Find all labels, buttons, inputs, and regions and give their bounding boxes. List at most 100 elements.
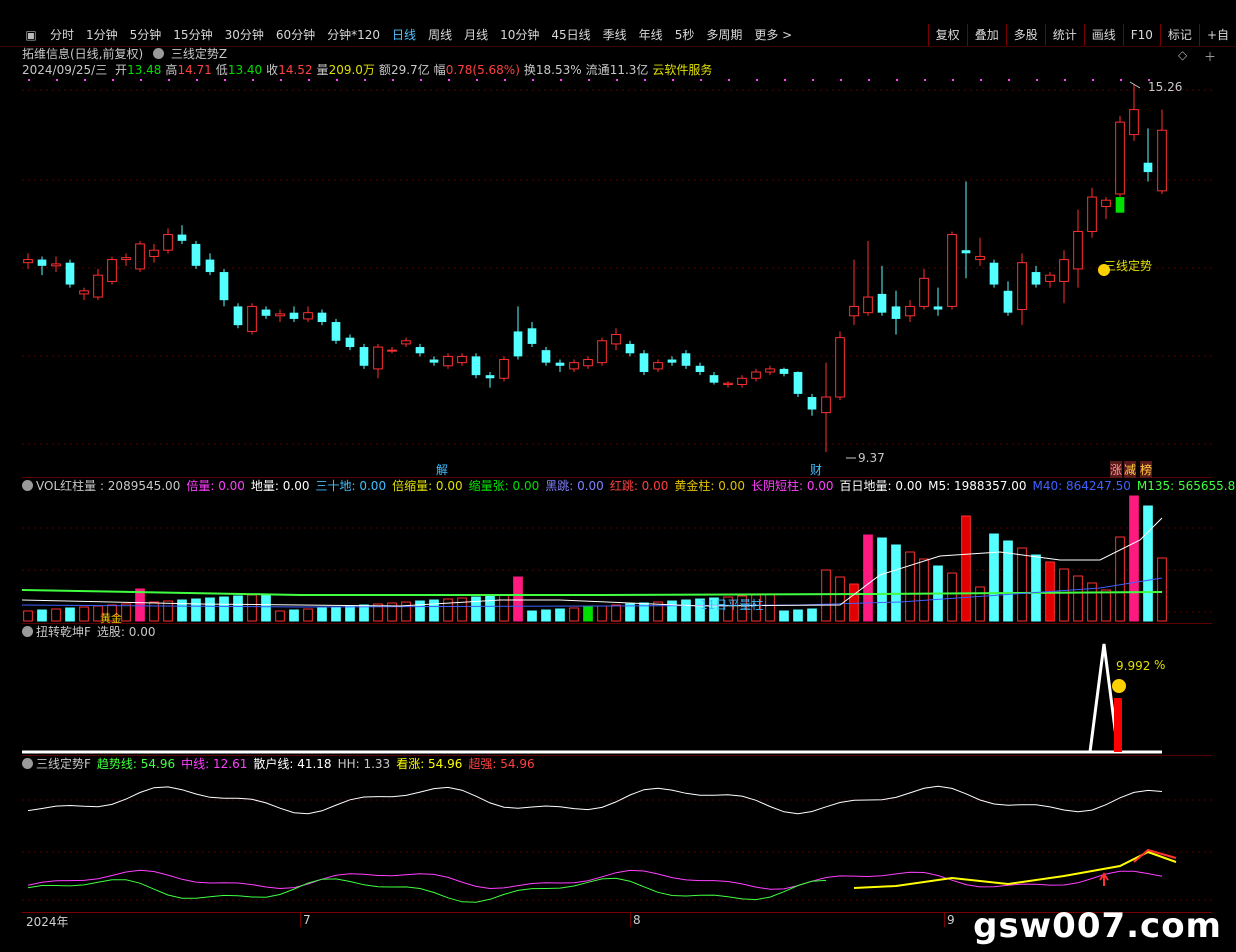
candle-body: [401, 340, 411, 345]
candle-body: [905, 305, 915, 317]
event-label-rank[interactable]: 榜: [1140, 461, 1153, 478]
volume-bar: [667, 600, 677, 622]
candle-body: [457, 355, 467, 364]
candle-body: [723, 382, 733, 386]
signal-dot: [84, 79, 86, 81]
signal-dot: [980, 79, 982, 81]
volume-bar: [513, 576, 523, 622]
signal-dot: [924, 79, 926, 81]
candle-body: [317, 312, 327, 323]
volume-bar: [947, 572, 957, 622]
signal-dot: [1036, 79, 1038, 81]
candle-body: [541, 350, 551, 363]
mid-line: [27, 869, 1163, 890]
signal-dot: [756, 79, 758, 81]
candle-body: [1045, 274, 1055, 282]
volume-bar: [205, 597, 215, 622]
volume-bar: [555, 608, 565, 622]
volume-bar: [485, 595, 495, 622]
volume-bar: [37, 609, 47, 622]
volume-bar: [863, 534, 873, 622]
signal-dot: [196, 79, 198, 81]
candle-body: [821, 396, 831, 414]
signal-dot: [420, 79, 422, 81]
candle-body: [205, 259, 215, 273]
volume-bar: [471, 596, 481, 622]
signal-dot: [112, 79, 114, 81]
signal-dot: [532, 79, 534, 81]
signal-dot: [812, 79, 814, 81]
signal-dot: [1120, 79, 1122, 81]
candle-body: [1017, 262, 1027, 311]
candle-body: [765, 368, 775, 373]
candle-body: [709, 375, 719, 383]
volume-bar: [877, 537, 887, 622]
volume-bar: [415, 600, 425, 622]
candle-body: [443, 355, 453, 367]
signal-dot: [448, 79, 450, 81]
signal-dot: [224, 79, 226, 81]
high-price-label: 15.26: [1148, 80, 1183, 94]
event-label-limit-up[interactable]: 涨: [1110, 461, 1123, 478]
volume-bar: [65, 607, 75, 622]
candle-body: [695, 365, 705, 373]
signal-dot: [700, 79, 702, 81]
volume-bar: [625, 603, 635, 622]
retail-line: [27, 785, 1163, 815]
volume-bar: [289, 609, 299, 622]
date-label-sep: 9: [944, 913, 955, 927]
candle-body: [1059, 259, 1069, 282]
event-label-finance[interactable]: 财: [810, 461, 822, 478]
candle-body: [37, 259, 47, 266]
candle-body: [555, 362, 565, 366]
volume-bar: [23, 610, 33, 622]
volume-bar: [849, 583, 859, 622]
candle-body: [191, 243, 201, 266]
volume-bar: [583, 606, 593, 622]
signal-dot: [252, 79, 254, 81]
candle-body: [247, 305, 257, 332]
candle-body: [219, 272, 229, 301]
volume-bar: [401, 601, 411, 622]
volume-bar: [247, 594, 257, 622]
volume-bar: [149, 601, 159, 622]
candle-body: [849, 305, 859, 317]
candle-body: [149, 249, 159, 257]
volume-bar: [443, 598, 453, 622]
volume-bar: [429, 599, 439, 622]
chart-canvas[interactable]: [0, 0, 1236, 952]
signal-dot: [504, 79, 506, 81]
volume-bar: [597, 605, 607, 622]
candle-body: [135, 243, 145, 270]
candle-body: [639, 353, 649, 373]
candle-body: [373, 346, 383, 370]
event-label-unlock[interactable]: 解: [436, 461, 448, 478]
volume-bar: [1059, 568, 1069, 622]
volume-bar: [1017, 547, 1027, 622]
volume-bar: [961, 515, 971, 622]
candle-body: [681, 353, 691, 366]
volume-bar: [499, 594, 509, 622]
signal-dot: [56, 79, 58, 81]
candle-body: [1003, 290, 1013, 313]
event-label-reduce[interactable]: 减: [1124, 461, 1137, 478]
twist-red-bar: [1114, 698, 1122, 752]
twist-peak: [1088, 643, 1120, 753]
volume-bar: [779, 610, 789, 622]
candle-body: [779, 368, 789, 374]
signal-dot: [392, 79, 394, 81]
volume-bar: [793, 609, 803, 622]
candle-body: [513, 331, 523, 357]
candle-body: [275, 313, 285, 317]
twist-smiley-icon: [1112, 679, 1126, 693]
volume-bar: [611, 604, 621, 622]
trend-line: [27, 877, 827, 903]
candle-body: [1115, 121, 1125, 195]
candle-body: [387, 349, 397, 352]
volume-bar: [135, 588, 145, 622]
volume-bar: [681, 599, 691, 622]
watermark: gsw007.com: [973, 906, 1222, 946]
volume-bar: [1129, 495, 1139, 622]
candle-body: [667, 359, 677, 363]
candle-body: [303, 312, 313, 320]
